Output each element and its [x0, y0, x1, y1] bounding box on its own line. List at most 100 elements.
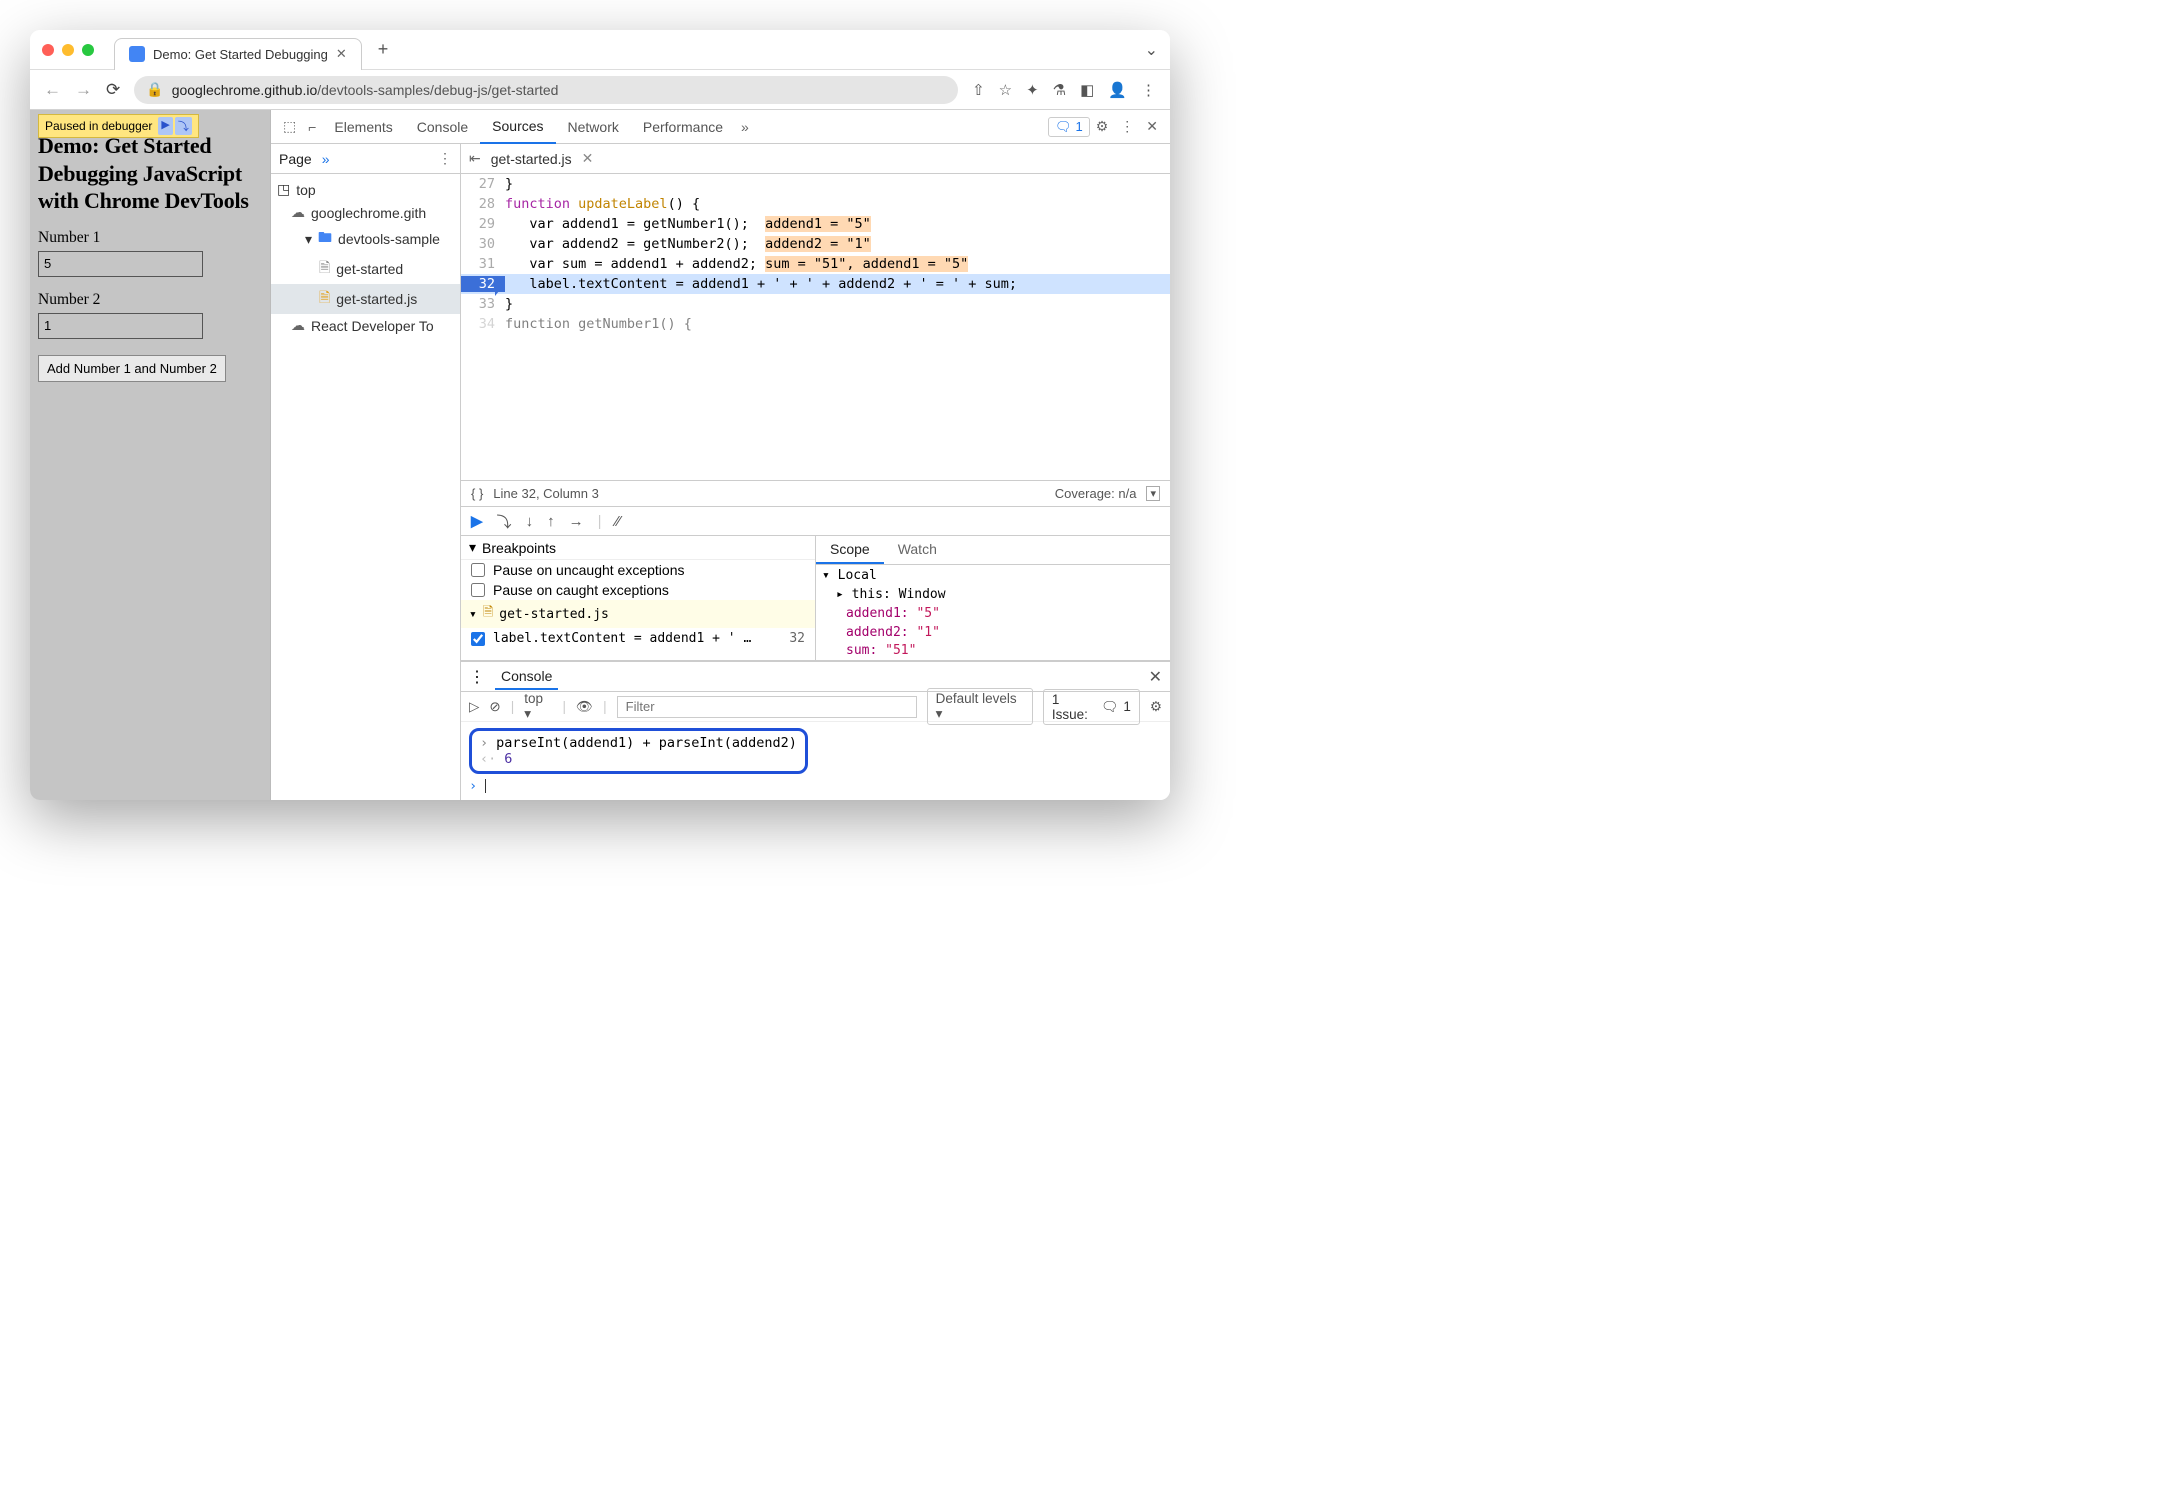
sources-panel: Page » ⋮ ◳ top ☁ googlechrome.gith ▾ 🖿 d… [271, 144, 1170, 800]
tabs-dropdown-icon[interactable]: ⌄ [1145, 40, 1158, 60]
new-tab-button[interactable]: + [378, 39, 389, 60]
drawer-console-tab[interactable]: Console [495, 664, 558, 690]
tab-scope[interactable]: Scope [816, 536, 884, 564]
menu-icon[interactable]: ⋮ [1141, 81, 1156, 99]
step-icon[interactable]: ⤵ [175, 117, 192, 135]
window-controls [42, 44, 94, 56]
page-title: Demo: Get Started Debugging JavaScript w… [38, 132, 262, 215]
navigator-more-icon[interactable]: » [322, 151, 330, 167]
labs-icon[interactable]: ⚗ [1053, 81, 1066, 99]
tree-file-js[interactable]: 🗎 get-started.js [271, 284, 460, 314]
url-text: googlechrome.github.io/devtools-samples/… [172, 82, 559, 98]
back-button[interactable]: ← [44, 80, 61, 100]
highlighted-console: ›parseInt(addend1) + parseInt(addend2) ‹… [469, 728, 808, 774]
extensions-icon[interactable]: ✦ [1026, 81, 1039, 99]
drawer-close-icon[interactable]: ✕ [1149, 667, 1162, 687]
url-bar: ← → ⟳ 🔒 googlechrome.github.io/devtools-… [30, 70, 1170, 110]
scope-pane: Scope Watch ▾ Local ▸ this: Window adden… [816, 536, 1170, 660]
close-window-icon[interactable] [42, 44, 54, 56]
close-devtools-icon[interactable]: ✕ [1140, 118, 1164, 135]
device-icon[interactable]: ⌐ [302, 119, 322, 135]
pause-uncaught-row[interactable]: Pause on uncaught exceptions [461, 560, 815, 580]
log-levels-dropdown[interactable]: Default levels ▾ [927, 688, 1033, 725]
titlebar: Demo: Get Started Debugging ✕ + ⌄ [30, 30, 1170, 70]
step-icon[interactable]: → [569, 513, 584, 530]
tab-console[interactable]: Console [405, 110, 480, 144]
more-tabs-icon[interactable]: » [735, 119, 755, 135]
toggle-navigator-icon[interactable]: ⇤ [469, 150, 481, 167]
console-output-line: 6 [504, 751, 512, 767]
tree-react[interactable]: ☁ React Developer To [271, 314, 460, 337]
address-field[interactable]: 🔒 googlechrome.github.io/devtools-sample… [134, 76, 958, 104]
file-tab[interactable]: get-started.js✕ [491, 150, 594, 167]
tree-top[interactable]: ◳ top [271, 178, 460, 201]
deactivate-bp-icon[interactable]: ⁄⁄ [615, 513, 620, 530]
share-icon[interactable]: ⇧ [972, 81, 985, 99]
bookmark-icon[interactable]: ☆ [999, 81, 1012, 99]
pretty-print-icon[interactable]: { } [471, 486, 483, 501]
breakpoints-pane: ▾ Breakpoints Pause on uncaught exceptio… [461, 536, 816, 660]
coverage-dropdown-icon[interactable]: ▾ [1146, 486, 1160, 501]
profile-icon[interactable]: 👤 [1108, 81, 1127, 99]
add-button[interactable]: Add Number 1 and Number 2 [38, 355, 226, 382]
console-input-line: parseInt(addend1) + parseInt(addend2) [496, 735, 797, 751]
console-filter-input[interactable] [617, 696, 917, 718]
step-out-icon[interactable]: ↑ [547, 513, 555, 530]
console-clear-icon[interactable]: ⊘ [489, 699, 500, 715]
step-into-icon[interactable]: ↓ [526, 513, 534, 530]
breakpoints-header[interactable]: ▾ Breakpoints [461, 536, 815, 560]
reload-button[interactable]: ⟳ [106, 80, 120, 100]
tab-performance[interactable]: Performance [631, 110, 735, 144]
input-number2[interactable] [38, 313, 203, 339]
settings-icon[interactable]: ⚙ [1090, 118, 1115, 135]
issue-count[interactable]: 1 Issue: 🗨 1 [1043, 689, 1140, 725]
console-context[interactable]: top ▾ [524, 691, 552, 722]
maximize-window-icon[interactable] [82, 44, 94, 56]
navigator-page-label[interactable]: Page [279, 151, 312, 167]
input-number1[interactable] [38, 251, 203, 277]
coverage-status: Coverage: n/a [1055, 486, 1137, 501]
resume-button[interactable]: ▶ [471, 512, 483, 530]
code-editor[interactable]: 27} 28function updateLabel() { 29 var ad… [461, 174, 1170, 480]
tab-close-icon[interactable]: ✕ [336, 46, 347, 62]
issues-badge[interactable]: 🗨 1 [1048, 117, 1090, 137]
lock-icon: 🔒 [146, 81, 163, 98]
live-expression-icon[interactable]: 👁 [576, 699, 593, 715]
console-sidebar-icon[interactable]: ▷ [469, 699, 479, 715]
tab-title: Demo: Get Started Debugging [153, 47, 328, 62]
code-column: ⇤ get-started.js✕ 27} 28function updateL… [461, 144, 1170, 800]
console-cursor[interactable] [485, 779, 486, 793]
tree-file-html[interactable]: 🗎 get-started [271, 254, 460, 284]
console-drawer: ⋮ Console ✕ ▷ ⊘ | top ▾ | 👁 | [461, 661, 1170, 800]
inspect-icon[interactable]: ⬚ [277, 118, 302, 135]
kebab-icon[interactable]: ⋮ [1114, 118, 1140, 135]
console-settings-icon[interactable]: ⚙ [1150, 699, 1162, 715]
favicon-icon [129, 46, 145, 62]
devtools: ⬚ ⌐ Elements Console Sources Network Per… [270, 110, 1170, 800]
debugger-toolbar: ▶ ⤵ ↓ ↑ → | ⁄⁄ [461, 506, 1170, 536]
browser-tab[interactable]: Demo: Get Started Debugging ✕ [114, 38, 362, 70]
pause-caught-row[interactable]: Pause on caught exceptions [461, 580, 815, 600]
debugger-lower: ▾ Breakpoints Pause on uncaught exceptio… [461, 536, 1170, 661]
drawer-menu-icon[interactable]: ⋮ [469, 667, 485, 687]
step-over-icon[interactable]: ⤵ [497, 511, 512, 532]
bp-line-row[interactable]: label.textContent = addend1 + ' … 32 [461, 628, 815, 649]
label-number1: Number 1 [38, 229, 262, 247]
tab-elements[interactable]: Elements [322, 110, 404, 144]
tab-watch[interactable]: Watch [884, 536, 951, 564]
minimize-window-icon[interactable] [62, 44, 74, 56]
console-body[interactable]: ›parseInt(addend1) + parseInt(addend2) ‹… [461, 722, 1170, 800]
file-tab-bar: ⇤ get-started.js✕ [461, 144, 1170, 174]
sidepanel-icon[interactable]: ◧ [1080, 81, 1094, 99]
tree-host[interactable]: ☁ googlechrome.gith [271, 201, 460, 224]
file-close-icon[interactable]: ✕ [582, 150, 594, 167]
navigator-menu-icon[interactable]: ⋮ [438, 150, 452, 167]
bp-file-row[interactable]: ▾ 🗎 get-started.js [461, 600, 815, 628]
tab-network[interactable]: Network [556, 110, 631, 144]
tab-sources[interactable]: Sources [480, 110, 555, 144]
resume-icon[interactable]: ▶ [158, 117, 172, 135]
tree-folder[interactable]: ▾ 🖿 devtools-sample [271, 224, 460, 254]
rendered-page: Paused in debugger ▶ ⤵ Demo: Get Started… [30, 110, 270, 800]
scope-body: ▾ Local ▸ this: Window addend1: "5" adde… [816, 565, 1170, 660]
content-area: Paused in debugger ▶ ⤵ Demo: Get Started… [30, 110, 1170, 800]
